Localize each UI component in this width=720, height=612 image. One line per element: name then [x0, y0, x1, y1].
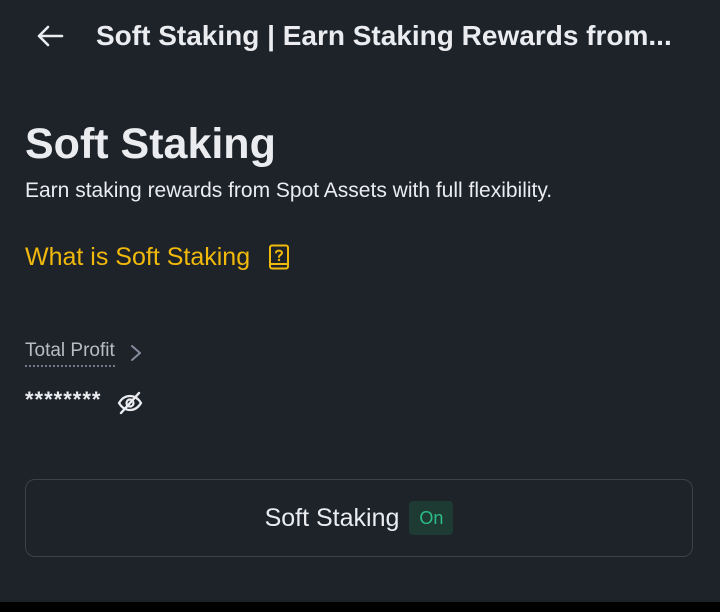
- total-profit-value: ********: [25, 387, 102, 412]
- eye-off-icon[interactable]: [116, 389, 144, 417]
- status-badge: On: [409, 501, 454, 535]
- total-profit-label: Total Profit: [25, 338, 115, 367]
- page-subtitle: Earn staking rewards from Spot Assets wi…: [25, 179, 553, 202]
- soft-staking-card[interactable]: Soft Staking On: [25, 479, 693, 557]
- arrow-left-icon: [37, 25, 64, 47]
- back-button[interactable]: [30, 18, 70, 54]
- soft-staking-card-label: Soft Staking: [264, 504, 400, 532]
- total-profit-value-row: ********: [25, 383, 144, 417]
- header: Soft Staking | Earn Staking Rewards from…: [0, 0, 720, 72]
- screen: Soft Staking | Earn Staking Rewards from…: [0, 0, 720, 602]
- chevron-right-icon: [129, 343, 143, 363]
- what-is-link-label: What is Soft Staking: [25, 243, 251, 271]
- what-is-soft-staking-link[interactable]: What is Soft Staking: [25, 240, 290, 274]
- total-profit-row[interactable]: Total Profit: [25, 338, 143, 367]
- page-title: Soft Staking: [25, 120, 276, 168]
- book-question-icon: [268, 244, 290, 270]
- header-title: Soft Staking | Earn Staking Rewards from…: [96, 20, 672, 51]
